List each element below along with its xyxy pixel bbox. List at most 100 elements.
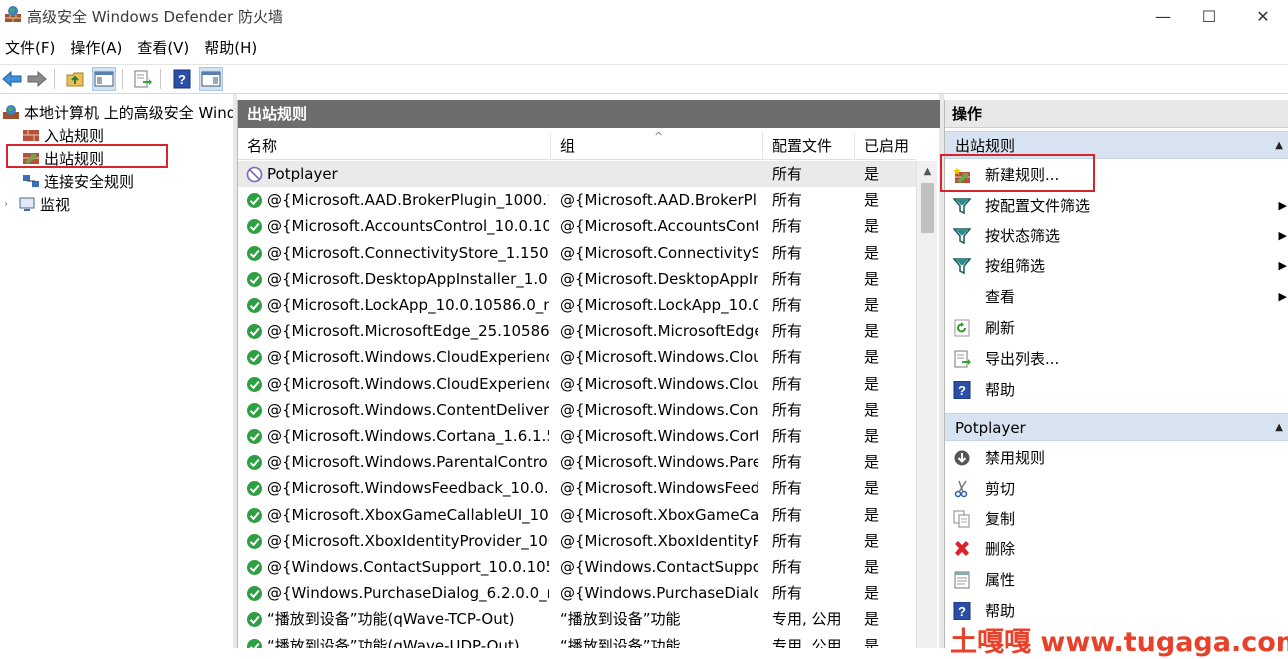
filter-icon xyxy=(953,228,971,245)
rule-group: @{Microsoft.Windows.Clou... xyxy=(560,348,758,367)
rule-group xyxy=(560,161,758,187)
back-button[interactable] xyxy=(0,67,24,91)
rules-list-scrollbar[interactable]: ▲ xyxy=(916,161,937,648)
collapse-caret-icon[interactable]: ▲ xyxy=(1275,414,1283,442)
expand-chevron-icon[interactable]: › xyxy=(4,199,18,210)
action-cut[interactable]: 剪切 xyxy=(945,474,1288,504)
minimize-icon: — xyxy=(1155,6,1171,26)
rule-enabled: 是 xyxy=(864,165,880,183)
rule-row[interactable]: @{Microsoft.LockApp_10.0.10586.0_ne... @{… xyxy=(238,292,916,318)
scrollbar-thumb[interactable] xyxy=(921,183,934,233)
menu-file[interactable]: 文件(F) xyxy=(0,36,60,60)
rule-row[interactable]: @{Microsoft.DesktopAppInstaller_1.0.2...… xyxy=(238,266,916,292)
column-header: 名称 组 ^ 配置文件 已启用 xyxy=(238,130,916,160)
actions-section-selected-rule[interactable]: Potplayer ▲ xyxy=(945,413,1288,441)
close-button[interactable]: ✕ xyxy=(1240,0,1286,32)
rule-row[interactable]: @{Windows.PurchaseDialog_6.2.0.0_ne... @{… xyxy=(238,580,916,606)
rule-group: @{Microsoft.XboxIdentityPr... xyxy=(560,531,758,550)
tree-item-inbound-rules[interactable]: 入站规则 xyxy=(22,124,104,146)
rule-row[interactable]: @{Microsoft.WindowsFeedback_10.0.1... @{M… xyxy=(238,475,916,501)
connection-security-icon xyxy=(23,175,39,187)
rule-row[interactable]: @{Microsoft.AAD.BrokerPlugin_1000.10... @… xyxy=(238,187,916,213)
rule-row[interactable]: @{Windows.ContactSupport_10.0.1058... @{W… xyxy=(238,554,916,580)
rule-row[interactable]: “播放到设备”功能(qWave-UDP-Out) “播放到设备”功能 专用, 公用 是 xyxy=(238,633,916,648)
action-help[interactable]: ? 帮助 xyxy=(945,375,1288,405)
action-filter[interactable]: 按组筛选 ▶ xyxy=(945,251,1288,281)
help-button[interactable]: ? xyxy=(170,67,194,91)
menu-help[interactable]: 帮助(H) xyxy=(199,36,262,60)
minimize-button[interactable]: — xyxy=(1140,0,1186,32)
rule-name: @{Microsoft.WindowsFeedback_10.0.1... xyxy=(267,479,549,498)
rule-group: @{Microsoft.Windows.Pare... xyxy=(560,453,758,472)
help-icon: ? xyxy=(173,69,191,89)
rule-row[interactable]: @{Microsoft.AccountsControl_10.0.105... @… xyxy=(238,213,916,239)
monitoring-icon xyxy=(19,197,35,211)
action-label: 导出列表... xyxy=(985,350,1060,368)
export-list-button[interactable] xyxy=(131,67,155,91)
rule-row[interactable]: @{Microsoft.Windows.CloudExperience... @{… xyxy=(238,344,916,370)
rule-name: @{Microsoft.Windows.CloudExperience... xyxy=(267,374,549,393)
action-view[interactable]: 查看 ▶ xyxy=(945,282,1288,312)
menu-view[interactable]: 查看(V) xyxy=(132,36,194,60)
submenu-arrow-icon: ▶ xyxy=(1278,290,1287,303)
action-label: 禁用规则 xyxy=(985,449,1046,467)
show-hide-action-pane-button[interactable] xyxy=(199,67,223,91)
svg-text:?: ? xyxy=(958,383,966,398)
action-copy[interactable]: 复制 xyxy=(945,504,1288,534)
tree-item-label: 监视 xyxy=(40,195,71,214)
tree-item-monitoring[interactable]: › 监视 xyxy=(4,193,70,215)
rule-row[interactable]: Potplayer 所有 是 xyxy=(238,161,916,187)
action-disable-rule[interactable]: 禁用规则 xyxy=(945,443,1288,473)
rule-name: @{Microsoft.AccountsControl_10.0.105... xyxy=(267,217,549,236)
action-export-list[interactable]: 导出列表... xyxy=(945,344,1288,374)
column-profile[interactable]: 配置文件 xyxy=(763,132,855,160)
rule-name: @{Microsoft.XboxIdentityProvider_1000... xyxy=(267,531,549,550)
column-enabled[interactable]: 已启用 xyxy=(855,132,916,160)
menu-bar: 文件(F) 操作(A) 查看(V) 帮助(H) xyxy=(0,36,267,60)
rule-profile: 所有 xyxy=(772,348,803,367)
actions-section-label: 出站规则 xyxy=(955,137,1016,155)
up-one-level-button[interactable] xyxy=(63,67,87,91)
action-delete[interactable]: 删除 xyxy=(945,534,1288,564)
allowed-rule-icon xyxy=(247,533,262,549)
tree-item-label: 入站规则 xyxy=(44,126,105,145)
tree-item-connection-security-rules[interactable]: 连接安全规则 xyxy=(22,170,134,192)
rule-row[interactable]: @{Microsoft.ConnectivityStore_1.1509....… xyxy=(238,240,916,266)
action-label: 按组筛选 xyxy=(985,257,1046,275)
rule-row[interactable]: @{Microsoft.MicrosoftEdge_25.10586.0... @… xyxy=(238,318,916,344)
column-name[interactable]: 名称 xyxy=(238,132,551,160)
actions-section-label: Potplayer xyxy=(955,419,1026,437)
rule-row[interactable]: “播放到设备”功能(qWave-TCP-Out) “播放到设备”功能 专用, 公用 是 xyxy=(238,606,916,632)
rule-row[interactable]: @{Microsoft.Windows.Cortana_1.6.1.52... @… xyxy=(238,423,916,449)
export-list-icon xyxy=(954,350,971,368)
action-filter[interactable]: 按状态筛选 ▶ xyxy=(945,221,1288,251)
maximize-button[interactable]: ☐ xyxy=(1186,0,1232,32)
rule-row[interactable]: @{Microsoft.Windows.CloudExperience... @{… xyxy=(238,371,916,397)
svg-text:?: ? xyxy=(958,604,966,619)
scroll-up-arrow-icon[interactable]: ▲ xyxy=(917,161,938,181)
rule-row[interactable]: @{Microsoft.Windows.ContentDelivery... @{… xyxy=(238,397,916,423)
firewall-globe-icon xyxy=(3,105,19,119)
rule-name: @{Microsoft.LockApp_10.0.10586.0_ne... xyxy=(267,296,549,314)
menu-action[interactable]: 操作(A) xyxy=(65,36,127,60)
column-group-label: 组 xyxy=(560,137,576,155)
forward-button[interactable] xyxy=(25,67,49,91)
collapse-caret-icon[interactable]: ▲ xyxy=(1275,132,1283,160)
title-bar: 高级安全 Windows Defender 防火墙 — ☐ ✕ xyxy=(0,0,1288,32)
tree-root[interactable]: 本地计算机 上的高级安全 Windo xyxy=(2,101,245,123)
rule-row[interactable]: @{Microsoft.Windows.ParentalControls_...… xyxy=(238,449,916,475)
rule-profile: 所有 xyxy=(772,374,803,393)
column-group[interactable]: 组 ^ xyxy=(551,130,763,160)
action-filter[interactable]: 按配置文件筛选 ▶ xyxy=(945,191,1288,221)
rule-row[interactable]: @{Microsoft.XboxGameCallableUI_100... @{M… xyxy=(238,502,916,528)
show-hide-console-tree-button[interactable] xyxy=(92,67,116,91)
rule-enabled: 是 xyxy=(864,217,880,236)
action-refresh[interactable]: 刷新 xyxy=(945,313,1288,343)
rule-row[interactable]: @{Microsoft.XboxIdentityProvider_1000...… xyxy=(238,528,916,554)
window-title: 高级安全 Windows Defender 防火墙 xyxy=(27,8,283,26)
action-properties[interactable]: 属性 xyxy=(945,565,1288,595)
rule-group: @{Windows.ContactSuppo... xyxy=(560,558,758,576)
rule-enabled: 是 xyxy=(864,610,880,629)
firewall-app-icon xyxy=(5,6,21,22)
rule-group: @{Microsoft.ConnectivitySt... xyxy=(560,243,758,262)
